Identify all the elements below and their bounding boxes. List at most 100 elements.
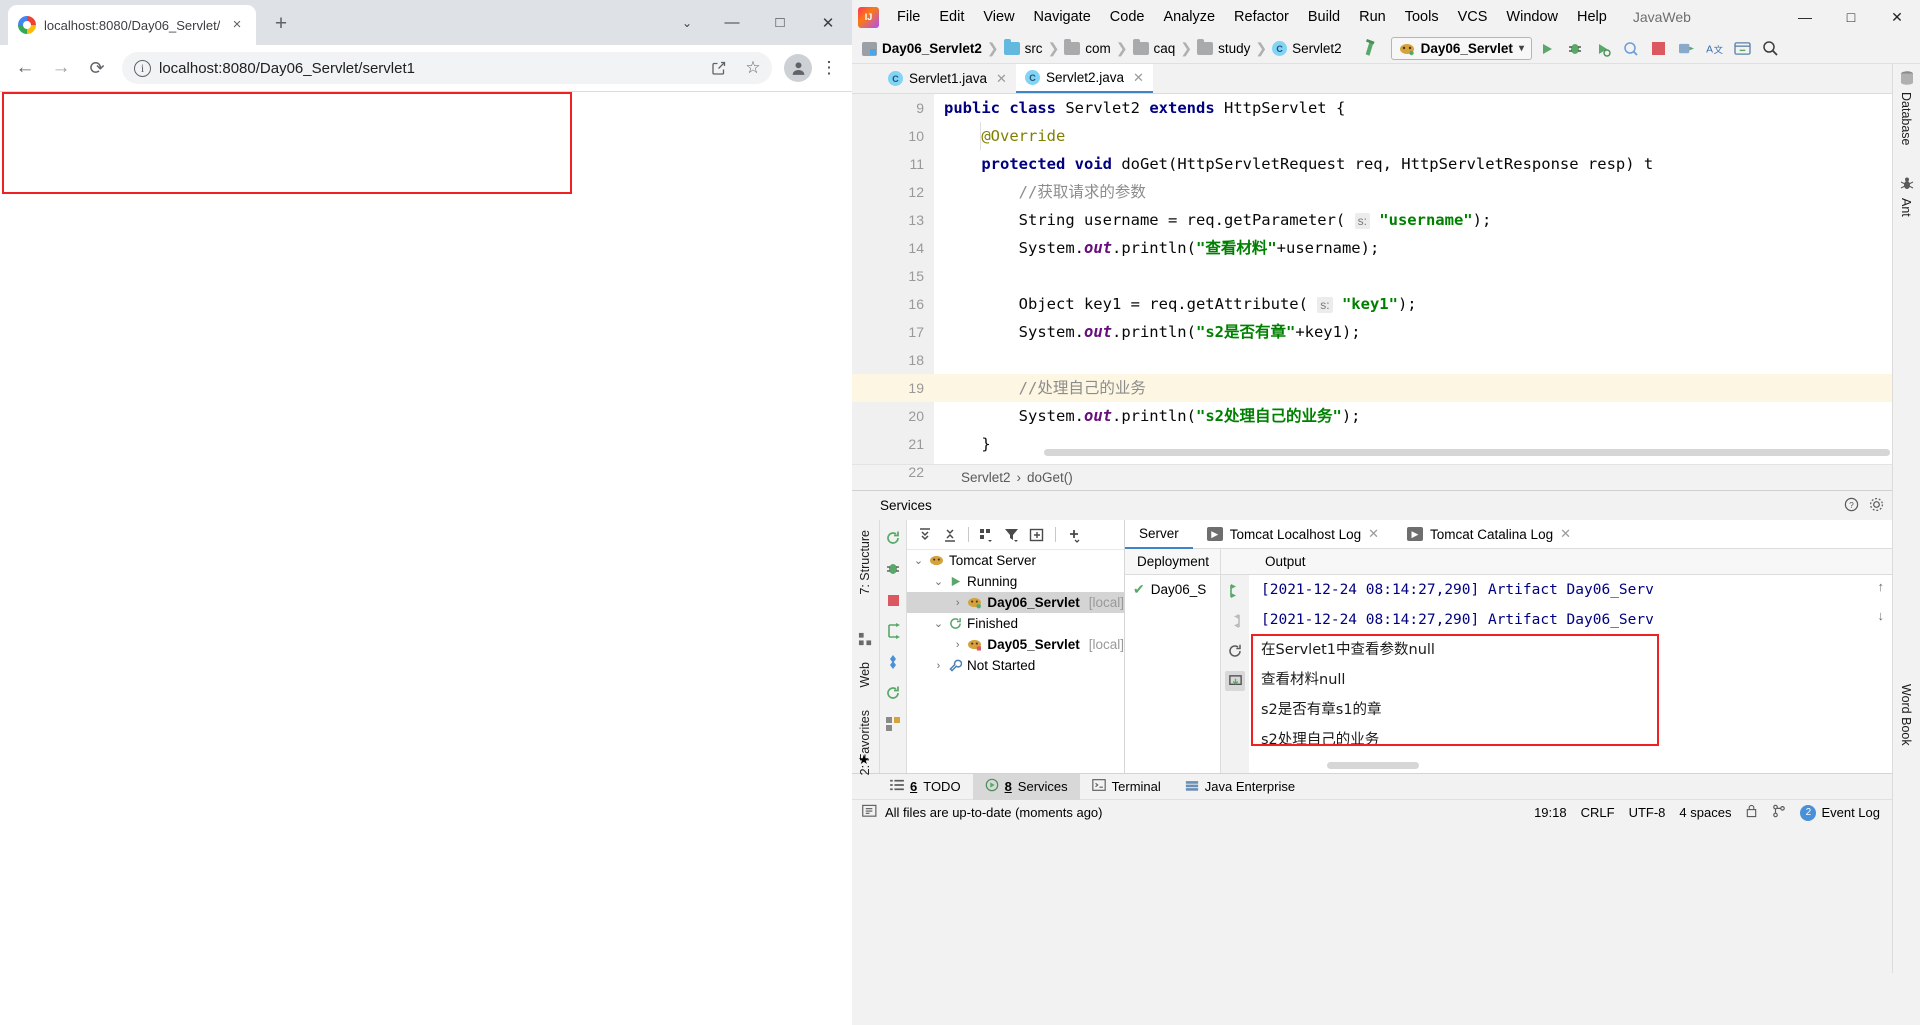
tool-button-ant[interactable]: Ant (1899, 198, 1913, 217)
debug-rerun-icon[interactable] (883, 559, 903, 579)
code-line[interactable]: System.out.println("s2是否有章"+key1); (934, 318, 1920, 346)
tree-item-not-started[interactable]: › Not Started (907, 655, 1124, 676)
profile-icon[interactable] (1618, 36, 1644, 62)
ant-panel-icon[interactable] (1899, 176, 1915, 192)
menu-item-vcs[interactable]: VCS (1449, 6, 1497, 28)
add-frame-icon[interactable] (1027, 525, 1047, 545)
star-icon[interactable]: ★ (858, 752, 870, 768)
code-line[interactable]: } (934, 458, 1920, 464)
editor-tab-servlet2[interactable]: C Servlet2.java ✕ (1015, 64, 1153, 93)
tool-window-terminal[interactable]: Terminal (1080, 774, 1173, 800)
code-line[interactable]: public class Servlet2 extends HttpServle… (934, 94, 1920, 122)
update-icon[interactable] (1674, 36, 1700, 62)
database-panel-icon[interactable] (1899, 70, 1915, 86)
code-line[interactable] (934, 262, 1920, 290)
stop-icon[interactable] (883, 590, 903, 610)
editor-horizontal-scrollbar[interactable] (1044, 449, 1890, 456)
event-log-badge[interactable]: 2 Event Log (1800, 804, 1880, 821)
menu-item-window[interactable]: Window (1497, 6, 1567, 28)
tool-button-word-book[interactable]: Word Book (1899, 684, 1913, 746)
editor-tab-servlet1[interactable]: C Servlet1.java ✕ (879, 64, 1016, 93)
close-icon[interactable]: ✕ (1368, 526, 1379, 542)
code-line[interactable]: @Override (934, 122, 1920, 150)
minimize-button[interactable]: — (1782, 0, 1828, 34)
chevron-right-icon[interactable]: › (953, 597, 962, 609)
maximize-button[interactable]: □ (756, 0, 804, 45)
tool-window-java-enterprise[interactable]: Java Enterprise (1173, 774, 1307, 800)
back-icon[interactable]: ← (8, 51, 42, 85)
bookmark-star-icon[interactable]: ☆ (740, 55, 766, 81)
breadcrumb-src[interactable]: src (1000, 39, 1047, 56)
tab-tomcat-localhost-log[interactable]: ▶ Tomcat Localhost Log ✕ (1193, 520, 1393, 549)
search-everywhere-icon[interactable] (1758, 36, 1784, 62)
code-line[interactable]: protected void doGet(HttpServletRequest … (934, 150, 1920, 178)
tree-item-running[interactable]: ⌄ Running (907, 571, 1124, 592)
chevron-down-icon[interactable]: ⌄ (933, 617, 944, 630)
tree-item-finished[interactable]: ⌄ Finished (907, 613, 1124, 634)
tool-button-structure[interactable]: 7: Structure (858, 530, 872, 595)
tab-server[interactable]: Server (1125, 520, 1193, 549)
browser-tab[interactable]: localhost:8080/Day06_Servlet/ × (8, 5, 256, 45)
menu-item-file[interactable]: File (888, 6, 929, 28)
layout-icon[interactable] (883, 714, 903, 734)
tree-item-day05-servlet[interactable]: › Day05_Servlet [local] (907, 634, 1124, 655)
file-encoding[interactable]: UTF-8 (1629, 805, 1666, 820)
tree-item-tomcat-server[interactable]: ⌄ Tomcat Server (907, 550, 1124, 571)
collapse-all-icon[interactable] (940, 525, 960, 545)
maximize-button[interactable]: □ (1828, 0, 1874, 34)
minimize-button[interactable]: — (708, 0, 756, 45)
close-icon[interactable]: × (228, 16, 246, 34)
close-icon[interactable]: ✕ (1133, 70, 1144, 86)
menu-item-build[interactable]: Build (1299, 6, 1349, 28)
menu-item-navigate[interactable]: Navigate (1025, 6, 1100, 28)
menu-item-refactor[interactable]: Refactor (1225, 6, 1298, 28)
redeploy-icon[interactable] (1225, 581, 1245, 601)
close-button[interactable]: ✕ (804, 0, 852, 45)
chevron-down-icon[interactable]: ⌄ (913, 554, 924, 567)
code-line[interactable]: //处理自己的业务 (934, 374, 1920, 402)
group-icon[interactable] (977, 525, 997, 545)
services-tree[interactable]: ⌄ Tomcat Server ⌄ Running › Day06_Servlet [loc… (907, 550, 1124, 676)
indent-setting[interactable]: 4 spaces (1679, 805, 1731, 820)
rerun-icon[interactable] (883, 528, 903, 548)
editor-code-area[interactable]: public class Servlet2 extends HttpServle… (934, 94, 1920, 464)
open-in-browser-icon[interactable] (1730, 36, 1756, 62)
menu-item-code[interactable]: Code (1101, 6, 1154, 28)
tool-button-database[interactable]: Database (1899, 92, 1913, 146)
tab-search-icon[interactable]: ⌄ (666, 0, 708, 45)
chevron-down-icon[interactable]: ⌄ (933, 575, 944, 588)
breadcrumb-caq[interactable]: caq (1129, 39, 1180, 56)
breadcrumb-method-name[interactable]: doGet() (1027, 470, 1073, 485)
tool-window-services[interactable]: 8 Services (972, 773, 1080, 800)
build-hammer-icon[interactable] (1355, 34, 1382, 64)
help-icon[interactable]: ? (1844, 497, 1859, 515)
menu-item-analyze[interactable]: Analyze (1154, 6, 1224, 28)
chevron-right-icon[interactable]: › (953, 639, 962, 651)
menu-item-help[interactable]: Help (1568, 6, 1616, 28)
breadcrumb-class-name[interactable]: Servlet2 (961, 470, 1011, 485)
output-horizontal-scrollbar[interactable] (1327, 762, 1419, 769)
chevron-right-icon[interactable]: › (933, 660, 944, 672)
settings-blue-icon[interactable] (883, 652, 903, 672)
tree-item-day06-servlet[interactable]: › Day06_Servlet [local] (907, 592, 1124, 613)
breadcrumb-class[interactable]: C Servlet2 (1268, 41, 1346, 56)
editor-gutter[interactable]: 9 10 11@ 12 13 14 15 16 17 18 19 20 21 22 (852, 94, 972, 480)
update-app-icon[interactable] (883, 621, 903, 641)
stop-icon[interactable] (1646, 36, 1672, 62)
code-line[interactable]: //获取请求的参数 (934, 178, 1920, 206)
breadcrumb-module[interactable]: Day06_Servlet2 (858, 41, 986, 56)
menu-item-tools[interactable]: Tools (1396, 6, 1448, 28)
breadcrumb-study[interactable]: study (1193, 39, 1254, 56)
caret-position[interactable]: 19:18 (1534, 805, 1567, 820)
export-icon[interactable] (1225, 671, 1245, 691)
close-button[interactable]: ✕ (1874, 0, 1920, 34)
structure-icon[interactable] (858, 632, 873, 650)
code-editor[interactable]: 1: Project 91011@1213141516171819202122 … (852, 94, 1920, 480)
code-line[interactable] (934, 346, 1920, 374)
deployment-row[interactable]: ✔ Day06_S (1125, 575, 1220, 598)
scroll-down-icon[interactable]: ↓ (1878, 608, 1885, 623)
refresh-icon[interactable] (883, 683, 903, 703)
scroll-up-icon[interactable]: ↑ (1878, 579, 1885, 594)
code-line[interactable]: Object key1 = req.getAttribute( s: "key1… (934, 290, 1920, 318)
share-icon[interactable] (706, 55, 732, 81)
